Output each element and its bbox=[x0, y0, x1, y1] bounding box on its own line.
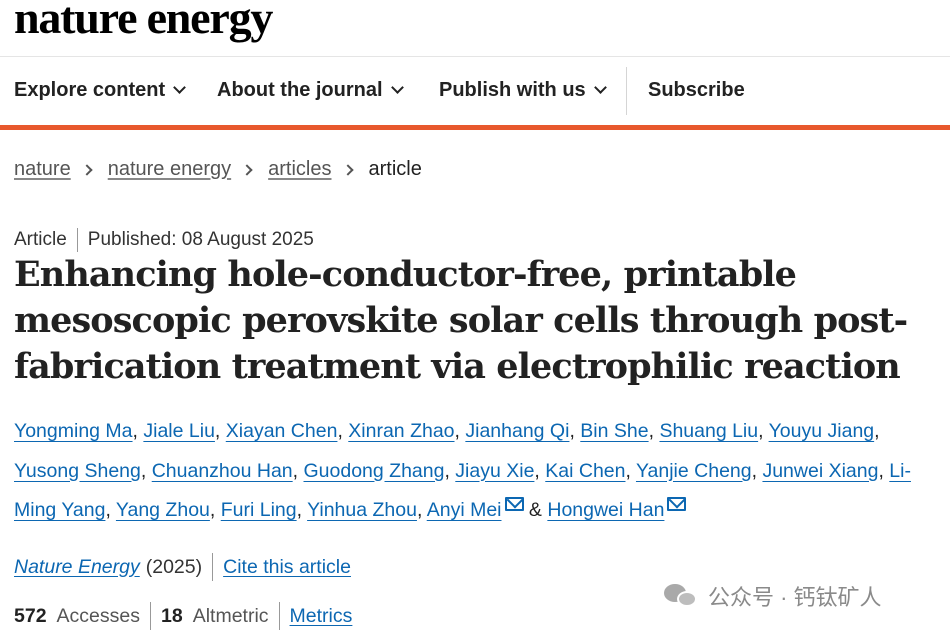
author-link[interactable]: Yinhua Zhou bbox=[307, 499, 417, 521]
journal-logo[interactable]: nature energy bbox=[14, 0, 273, 46]
accesses-count: 572 bbox=[14, 604, 47, 627]
author-link[interactable]: Jiayu Xie bbox=[455, 460, 534, 482]
chevron-right-icon bbox=[241, 163, 253, 176]
chevron-down-icon bbox=[593, 81, 607, 94]
metrics-bar: 572 Accesses 18 Altmetric Metrics bbox=[14, 602, 352, 630]
author-link[interactable]: Bin She bbox=[580, 420, 648, 442]
chevron-right-icon bbox=[341, 163, 354, 176]
breadcrumb-articles[interactable]: articles bbox=[268, 158, 331, 181]
email-icon[interactable] bbox=[667, 497, 687, 511]
author-link[interactable]: Kai Chen bbox=[545, 460, 625, 482]
author-link[interactable]: Jianhang Qi bbox=[465, 420, 569, 442]
nav-subscribe[interactable]: Subscribe bbox=[648, 79, 745, 102]
nav-about-journal[interactable]: About the journal bbox=[217, 79, 404, 102]
citation-line: Nature Energy (2025) Cite this article bbox=[14, 553, 351, 581]
chevron-down-icon bbox=[390, 81, 404, 94]
altmetric-label: Altmetric bbox=[192, 604, 269, 627]
nav-explore-content-label: Explore content bbox=[14, 79, 166, 101]
altmetric-count: 18 bbox=[161, 604, 183, 627]
email-icon[interactable] bbox=[504, 497, 524, 511]
publication-year: (2025) bbox=[145, 555, 203, 578]
accent-bar bbox=[0, 125, 950, 130]
breadcrumb-nature-energy[interactable]: nature energy bbox=[108, 158, 231, 181]
author-and: & bbox=[528, 499, 542, 521]
nav-subscribe-label: Subscribe bbox=[648, 79, 745, 101]
metrics-divider bbox=[150, 602, 151, 630]
article-meta: Article Published: 08 August 2025 bbox=[14, 228, 314, 252]
author-link[interactable]: Shuang Liu bbox=[659, 420, 758, 442]
author-link[interactable]: Anyi Mei bbox=[427, 499, 502, 521]
author-link[interactable]: Yang Zhou bbox=[116, 499, 210, 521]
author-link[interactable]: Xiayan Chen bbox=[226, 420, 338, 442]
metrics-link[interactable]: Metrics bbox=[290, 605, 353, 628]
author-link[interactable]: Junwei Xiang bbox=[762, 460, 878, 482]
cite-article-link[interactable]: Cite this article bbox=[223, 556, 351, 579]
main-nav: Explore content About the journal Publis… bbox=[0, 57, 950, 125]
author-link[interactable]: Youyu Jiang bbox=[769, 420, 875, 442]
accesses-label: Accesses bbox=[56, 604, 140, 627]
author-link[interactable]: Yanjie Cheng bbox=[636, 460, 752, 482]
nav-publish-with-us-label: Publish with us bbox=[439, 79, 586, 101]
author-link[interactable]: Chuanzhou Han bbox=[152, 460, 293, 482]
nav-about-journal-label: About the journal bbox=[217, 79, 383, 101]
watermark-text: 公众号 · 钙钛矿人 bbox=[708, 585, 882, 610]
journal-link[interactable]: Nature Energy bbox=[14, 556, 140, 579]
chevron-down-icon bbox=[173, 81, 187, 94]
nav-divider bbox=[626, 67, 627, 115]
author-link[interactable]: Yongming Ma bbox=[14, 420, 133, 442]
author-link[interactable]: Guodong Zhang bbox=[304, 460, 445, 482]
metrics-divider bbox=[278, 602, 280, 630]
watermark: 公众号 · 钙钛矿人 bbox=[664, 580, 882, 612]
publish-date: Published: 08 August 2025 bbox=[87, 229, 314, 250]
author-link[interactable]: Furi Ling bbox=[221, 499, 297, 521]
author-list: Yongming Ma, Jiale Liu, Xiayan Chen, Xin… bbox=[14, 420, 911, 521]
chevron-right-icon bbox=[81, 163, 93, 176]
article-type: Article bbox=[14, 229, 67, 250]
breadcrumb-nature[interactable]: nature bbox=[14, 158, 71, 181]
author-link[interactable]: Xinran Zhao bbox=[348, 420, 454, 442]
breadcrumb: nature nature energy articles article bbox=[14, 158, 422, 181]
nav-explore-content[interactable]: Explore content bbox=[14, 79, 187, 102]
meta-divider bbox=[76, 228, 78, 252]
citation-divider bbox=[212, 553, 214, 581]
article-title: Enhancing hole-conductor-free, printable… bbox=[14, 254, 908, 387]
breadcrumb-current: article bbox=[368, 158, 422, 180]
nav-publish-with-us[interactable]: Publish with us bbox=[439, 79, 607, 102]
author-link[interactable]: Yusong Sheng bbox=[14, 460, 141, 482]
wechat-icon bbox=[664, 582, 698, 610]
author-link[interactable]: Jiale Liu bbox=[143, 420, 215, 442]
author-link[interactable]: Hongwei Han bbox=[547, 499, 664, 521]
